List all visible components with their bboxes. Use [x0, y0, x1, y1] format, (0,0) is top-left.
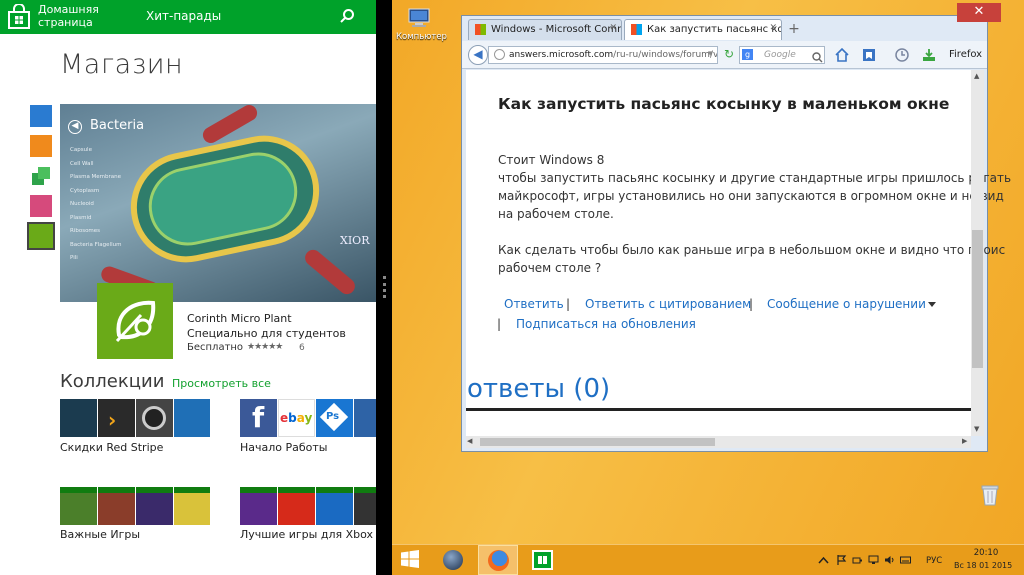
tab-windows-community[interactable]: Windows - Microsoft Commu... ✕: [468, 19, 622, 40]
input-language-indicator[interactable]: РУС: [926, 556, 942, 566]
url-bar[interactable]: answers.microsoft.com/ru-ru/windows/foru…: [488, 46, 718, 64]
taskbar-firefox[interactable]: [478, 545, 518, 575]
site-identity-icon[interactable]: [494, 49, 505, 60]
microsoft-favicon-icon: [631, 24, 642, 35]
collection-games-tiles[interactable]: [60, 487, 210, 525]
separator: |: [566, 297, 571, 311]
question-text-line: на рабочем столе.: [498, 207, 614, 221]
vertical-scroll-thumb[interactable]: [972, 230, 983, 368]
collection-label[interactable]: Начало Работы: [240, 441, 328, 454]
power-icon[interactable]: [852, 555, 863, 565]
side-thumb-4[interactable]: [30, 195, 52, 217]
downloads-icon[interactable]: [922, 48, 936, 62]
bookmarks-icon[interactable]: [862, 48, 876, 62]
windows-start-icon[interactable]: [401, 550, 419, 568]
network-icon[interactable]: [868, 555, 879, 565]
question-text-line: Как сделать чтобы было как раньше игра в…: [498, 243, 1006, 257]
side-thumb-selected[interactable]: [27, 222, 55, 250]
volume-icon[interactable]: [884, 555, 895, 565]
computer-label[interactable]: Компьютер: [396, 32, 447, 42]
question-text-line: Стоит Windows 8: [498, 153, 605, 167]
collection-label[interactable]: Скидки Red Stripe: [60, 441, 163, 454]
back-button[interactable]: ◀: [468, 45, 488, 65]
app-subtitle: Специально для студентов: [187, 327, 346, 340]
question-text-line: чтобы запустить пасьянс косынку и другие…: [498, 171, 1012, 185]
answers-divider: [466, 408, 971, 411]
app-screenshot[interactable]: ◀ Bacteria Capsule Cell Wall Plasma Membra…: [60, 104, 376, 302]
separator: |: [749, 297, 754, 311]
report-abuse-link[interactable]: Сообщение о нарушении: [767, 297, 926, 311]
home-icon[interactable]: [835, 48, 849, 62]
app-icon[interactable]: [97, 283, 173, 359]
more-actions-dropdown-icon[interactable]: [928, 302, 936, 307]
splitter-grip-icon[interactable]: [383, 276, 386, 298]
subscribe-link[interactable]: Подписаться на обновления: [516, 317, 696, 331]
microsoft-favicon-icon: [475, 24, 486, 35]
tray-expand-icon[interactable]: [818, 556, 829, 566]
collection-red-stripe-tiles[interactable]: ›: [60, 399, 210, 437]
question-text-line: рабочем столе ?: [498, 261, 602, 275]
action-center-flag-icon[interactable]: [836, 555, 847, 565]
taskbar-store[interactable]: [523, 545, 563, 575]
horizontal-scroll-thumb[interactable]: [480, 438, 715, 446]
hero-watermark: XIOR: [340, 234, 370, 247]
collection-label[interactable]: Лучшие игры для Xbox: [240, 528, 373, 541]
separator: |: [497, 317, 502, 331]
clock-date[interactable]: Вс 18 01 2015: [954, 561, 1012, 570]
app-name[interactable]: Corinth Micro Plant: [187, 312, 292, 325]
scroll-left-icon[interactable]: ◀: [467, 437, 472, 445]
side-thumb-3[interactable]: [30, 165, 52, 187]
hero-title: Bacteria: [90, 118, 145, 133]
taskbar-media-player[interactable]: [433, 545, 473, 575]
collection-xbox-tiles[interactable]: [240, 487, 376, 525]
side-thumb-ok[interactable]: [30, 135, 52, 157]
new-tab-button[interactable]: +: [784, 21, 804, 39]
see-all-link[interactable]: Просмотреть все: [172, 377, 271, 390]
answers-heading: ответы (0): [467, 374, 611, 404]
collection-label[interactable]: Важные Игры: [60, 528, 140, 541]
firefox-menu-button[interactable]: Firefox: [949, 49, 982, 60]
search-magnifier-icon[interactable]: [812, 48, 823, 63]
rating-count: 6: [299, 343, 305, 353]
search-icon[interactable]: [339, 8, 355, 24]
collection-getting-started-tiles[interactable]: f ebay Ps: [240, 399, 376, 437]
url-dropdown-icon[interactable]: ▾: [708, 49, 713, 59]
tab-close-icon[interactable]: ✕: [609, 23, 617, 33]
collections-heading: Коллекции: [60, 371, 165, 392]
reply-quote-link[interactable]: Ответить с цитированием: [585, 297, 751, 311]
computer-icon[interactable]: [408, 8, 430, 28]
charts-link[interactable]: Хит-парады: [146, 9, 221, 23]
reload-icon[interactable]: ↻: [724, 47, 734, 61]
scroll-up-icon[interactable]: ▲: [974, 72, 979, 80]
page-title: Магазин: [60, 49, 184, 80]
side-thumb-1[interactable]: [30, 105, 52, 127]
hero-parts-list: Capsule Cell Wall Plasma Membrane Cytoplas…: [70, 147, 122, 261]
tab-solitaire-question[interactable]: Как запустить пасьянс косын... ✕: [624, 19, 782, 40]
google-icon[interactable]: g: [742, 49, 753, 60]
rating-stars: ★★★★★: [247, 342, 283, 352]
clock-time[interactable]: 20:10: [971, 548, 1001, 558]
recycle-bin-icon[interactable]: [980, 484, 1000, 506]
store-home-icon[interactable]: [6, 4, 32, 30]
history-icon[interactable]: [895, 48, 909, 62]
store-app: Домашняя страница Хит-парады Магазин ◀ B…: [0, 0, 376, 575]
back-arrow-icon[interactable]: ◀: [68, 120, 82, 134]
window-close-button[interactable]: ✕: [957, 3, 1001, 22]
question-text-line: майкрософт, игры установились но они зап…: [498, 189, 1004, 203]
tab-close-icon[interactable]: ✕: [769, 23, 777, 33]
reply-link[interactable]: Ответить: [504, 297, 564, 311]
question-title: Как запустить пасьянс косынку в маленько…: [498, 95, 950, 113]
app-price: Бесплатно: [187, 342, 244, 353]
scroll-right-icon[interactable]: ▶: [962, 437, 967, 445]
home-page-link[interactable]: Домашняя страница: [38, 3, 108, 29]
keyboard-icon[interactable]: [900, 555, 911, 565]
scroll-down-icon[interactable]: ▼: [974, 425, 979, 433]
